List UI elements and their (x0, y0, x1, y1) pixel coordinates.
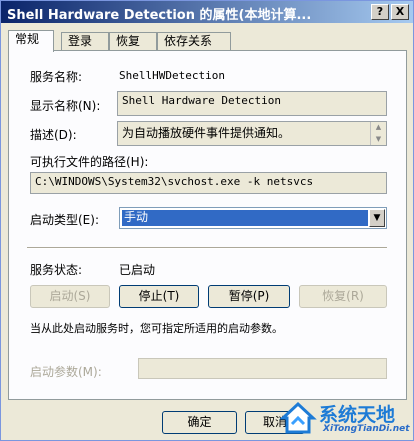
description-field[interactable]: 为自动播放硬件事件提供通知。 ▲ ▼ (117, 121, 387, 146)
watermark-url: XiTongTianDi.net (323, 424, 410, 434)
service-status-value: 已启动 (119, 263, 156, 277)
exec-path-field[interactable]: C:\WINDOWS\System32\svchost.exe -k netsv… (30, 172, 387, 194)
properties-dialog: Shell Hardware Detection 的属性(本地计算... ? X… (0, 0, 414, 441)
help-button[interactable]: ? (371, 4, 389, 20)
scroll-up-icon[interactable]: ▲ (371, 122, 386, 134)
watermark-text: 系统天地 (319, 404, 396, 426)
description-scrollbar[interactable]: ▲ ▼ (370, 122, 386, 145)
startup-type-value: 手动 (122, 210, 368, 226)
start-params-label: 启动参数(M): (30, 365, 102, 379)
tab-recovery[interactable]: 恢复 (109, 32, 157, 51)
display-name-label: 显示名称(N): (30, 99, 101, 113)
startup-type-select[interactable]: 手动 ▼ (119, 207, 387, 229)
service-name-label: 服务名称: (30, 70, 83, 84)
watermark-logo-icon (279, 401, 317, 434)
pause-button[interactable]: 暂停(P) (208, 285, 290, 308)
stop-button[interactable]: 停止(T) (119, 285, 199, 308)
scroll-down-icon[interactable]: ▼ (371, 134, 386, 146)
site-watermark: 系统天地 XiTongTianDi.net (279, 398, 410, 438)
general-panel: 服务名称: ShellHWDetection 显示名称(N): Shell Ha… (8, 50, 407, 400)
startup-type-label: 启动类型(E): (30, 213, 99, 227)
tab-dependencies[interactable]: 依存关系 (157, 32, 231, 51)
service-status-label: 服务状态: (30, 263, 83, 277)
tab-logon[interactable]: 登录 (61, 32, 109, 51)
service-name-value: ShellHWDetection (119, 69, 225, 82)
close-button[interactable]: X (391, 4, 409, 20)
window-title: Shell Hardware Detection 的属性(本地计算... (7, 8, 312, 23)
display-name-field[interactable]: Shell Hardware Detection (117, 91, 387, 116)
start-params-input[interactable] (138, 358, 387, 379)
hint-text: 当从此处启动服务时，您可指定所适用的启动参数。 (30, 322, 283, 335)
exec-path-label: 可执行文件的路径(H): (30, 155, 149, 169)
description-value: 为自动播放硬件事件提供通知。 (122, 126, 291, 140)
start-button[interactable]: 启动(S) (30, 285, 110, 308)
divider (27, 247, 387, 249)
tab-general[interactable]: 常规 (8, 30, 54, 52)
title-bar[interactable]: Shell Hardware Detection 的属性(本地计算... ? X (1, 1, 413, 23)
ok-button[interactable]: 确定 (162, 411, 237, 434)
chevron-down-icon[interactable]: ▼ (369, 209, 385, 227)
resume-button[interactable]: 恢复(R) (299, 285, 387, 308)
description-label: 描述(D): (30, 128, 77, 142)
